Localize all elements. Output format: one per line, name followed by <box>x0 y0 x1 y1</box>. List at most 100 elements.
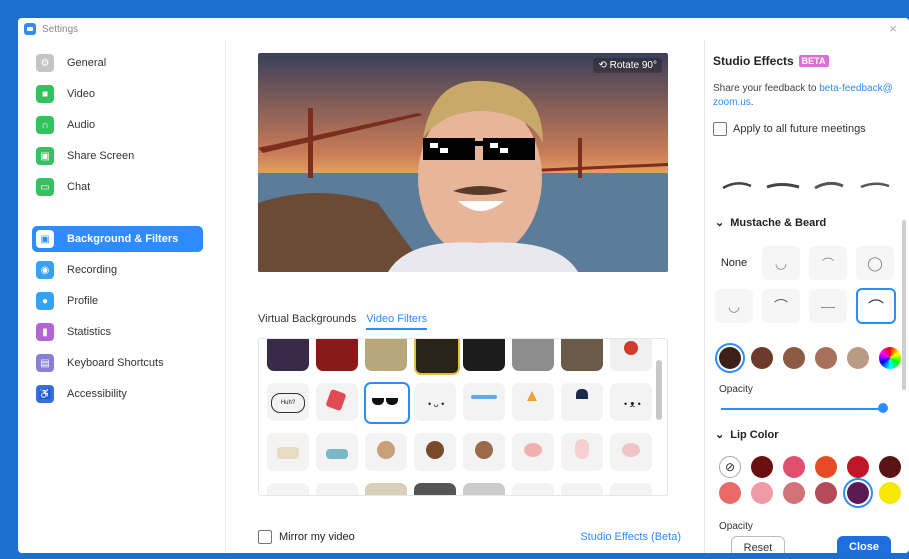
mustache-color-swatch[interactable] <box>783 347 805 369</box>
sidebar-item-video[interactable]: ■ Video <box>32 81 203 107</box>
headband-filter[interactable] <box>463 383 505 421</box>
filter-tile[interactable] <box>414 483 456 495</box>
lip-color-swatch[interactable] <box>815 482 837 504</box>
sidebar-item-statistics[interactable]: ▮ Statistics <box>32 319 203 345</box>
mustache-option[interactable]: — <box>809 289 847 323</box>
apply-future-meetings[interactable]: Apply to all future meetings <box>713 122 866 136</box>
lightbulb-frame-filter[interactable] <box>414 339 460 375</box>
sidebar-item-general[interactable]: ⚙ General <box>32 50 203 76</box>
mustache-option[interactable]: ⌒ <box>762 289 800 323</box>
sidebar-item-audio[interactable]: ∩ Audio <box>32 112 203 138</box>
mustache-opacity-slider[interactable] <box>721 408 885 410</box>
filter-tile[interactable] <box>267 483 309 495</box>
mustache-option-selected[interactable]: ⌒ <box>856 288 896 324</box>
sidebar-item-share-screen[interactable]: ▣ Share Screen <box>32 143 203 169</box>
tab-video-filters[interactable]: Video Filters <box>366 313 428 330</box>
theater-curtain-filter[interactable] <box>316 339 358 371</box>
sidebar-item-label: Background & Filters <box>67 233 179 245</box>
studio-effects-link[interactable]: Studio Effects (Beta) <box>580 531 681 543</box>
close-icon[interactable]: × <box>889 21 897 36</box>
sidebar-item-background-filters[interactable]: ▣ Background & Filters <box>32 226 203 252</box>
mustache-color-swatch[interactable] <box>751 347 773 369</box>
rotate-button[interactable]: ⟲ Rotate 90° <box>593 58 662 73</box>
tv-lights-filter[interactable] <box>267 339 309 371</box>
filter-tile[interactable] <box>512 483 554 495</box>
lip-color-section-header[interactable]: ⌄ Lip Color <box>715 428 779 442</box>
camera-viewfinder-filter[interactable] <box>512 339 554 371</box>
lip-color-swatch[interactable] <box>783 456 805 478</box>
sidebar-item-profile[interactable]: ● Profile <box>32 288 203 314</box>
eyebrow-options-row[interactable] <box>719 178 895 192</box>
panel-scrollbar[interactable] <box>902 220 906 390</box>
mustache-color-swatch[interactable] <box>847 347 869 369</box>
zoom-app-icon <box>24 23 36 35</box>
no-color-icon[interactable]: ⊘ <box>719 456 741 478</box>
mustache-option[interactable]: ◡ <box>715 289 753 323</box>
filter-tile[interactable] <box>561 483 603 495</box>
mustache-color-swatch[interactable] <box>815 347 837 369</box>
lip-color-swatch[interactable] <box>719 482 741 504</box>
cute-face-filter[interactable]: • ᴥ • <box>610 383 652 421</box>
bunny-ears-filter[interactable] <box>561 433 603 471</box>
bear-ears-filter[interactable] <box>365 433 407 471</box>
lip-color-swatch[interactable] <box>879 456 901 478</box>
sidebar-item-accessibility[interactable]: ♿ Accessibility <box>32 381 203 407</box>
sidebar-item-label: General <box>67 57 107 69</box>
hat-icon <box>576 389 588 399</box>
feedback-prefix: Share your feedback to <box>713 83 820 94</box>
filter-tile[interactable] <box>463 483 505 495</box>
eyebrow-option <box>722 182 752 190</box>
lip-color-swatch[interactable] <box>815 456 837 478</box>
lip-color-swatch[interactable] <box>847 456 869 478</box>
record-icon: ◉ <box>36 261 54 279</box>
mask-face-filter[interactable] <box>267 433 309 471</box>
reset-button[interactable]: Reset <box>731 536 785 553</box>
surgical-mask-filter[interactable] <box>316 433 358 471</box>
mustache-section-title: Mustache & Beard <box>730 216 827 229</box>
retro-tv-filter[interactable] <box>365 339 407 371</box>
sidebar-item-recording[interactable]: ◉ Recording <box>32 257 203 283</box>
filter-tile[interactable] <box>365 483 407 495</box>
studio-effects-title: Studio Effects <box>713 54 794 68</box>
sunglasses-filter[interactable] <box>364 382 410 424</box>
mustache-color-swatch[interactable] <box>719 347 741 369</box>
pizza-face-filter[interactable] <box>512 383 554 421</box>
mirror-video-checkbox[interactable] <box>258 530 272 544</box>
red-heart-filter[interactable] <box>316 383 358 421</box>
reindeer-filter[interactable] <box>463 433 505 471</box>
lip-color-swatch[interactable] <box>783 482 805 504</box>
mustache-section-header[interactable]: ⌄ Mustache & Beard <box>715 216 827 230</box>
tab-virtual-backgrounds[interactable]: Virtual Backgrounds <box>258 313 356 330</box>
mustache-option[interactable]: ◯ <box>856 246 894 280</box>
mouse-ears-filter[interactable] <box>610 433 652 471</box>
video-preview-image <box>258 53 668 272</box>
sidebar-item-chat[interactable]: ▭ Chat <box>32 174 203 200</box>
lip-color-swatch[interactable] <box>879 482 901 504</box>
medal-ribbon-filter[interactable] <box>610 339 652 371</box>
filter-tile[interactable] <box>316 483 358 495</box>
full-beard-icon: ◯ <box>867 254 883 271</box>
speech-bubble-filter[interactable]: Huh? <box>267 383 309 421</box>
sidebar-item-keyboard-shortcuts[interactable]: ▤ Keyboard Shortcuts <box>32 350 203 376</box>
chef-hat-filter[interactable] <box>561 383 603 421</box>
eyebrow-option <box>766 183 800 189</box>
apply-future-checkbox[interactable] <box>713 122 727 136</box>
old-tv-filter[interactable] <box>561 339 603 371</box>
mustache-none-option[interactable]: None <box>715 246 753 280</box>
main-content: ⟲ Rotate 90° Virtual Backgrounds Video F… <box>226 40 703 553</box>
mustache-option[interactable]: ⌒ <box>809 246 847 280</box>
filter-tile[interactable] <box>610 483 652 495</box>
color-picker-icon[interactable] <box>879 347 901 369</box>
filter-grid-scrollbar[interactable] <box>656 360 662 420</box>
close-button[interactable]: Close <box>837 536 891 553</box>
lip-color-swatch-selected[interactable] <box>847 482 869 504</box>
lip-color-swatch[interactable] <box>751 456 773 478</box>
headphones-icon: ∩ <box>36 116 54 134</box>
mustache-opacity-handle[interactable] <box>878 403 888 413</box>
sprout-face-filter[interactable]: • ᴗ • <box>414 383 456 421</box>
pearl-frame-filter[interactable] <box>463 339 505 371</box>
pig-nose-filter[interactable] <box>512 433 554 471</box>
mustache-option[interactable]: ◡ <box>762 246 800 280</box>
brown-bear-filter[interactable] <box>414 433 456 471</box>
lip-color-swatch[interactable] <box>751 482 773 504</box>
